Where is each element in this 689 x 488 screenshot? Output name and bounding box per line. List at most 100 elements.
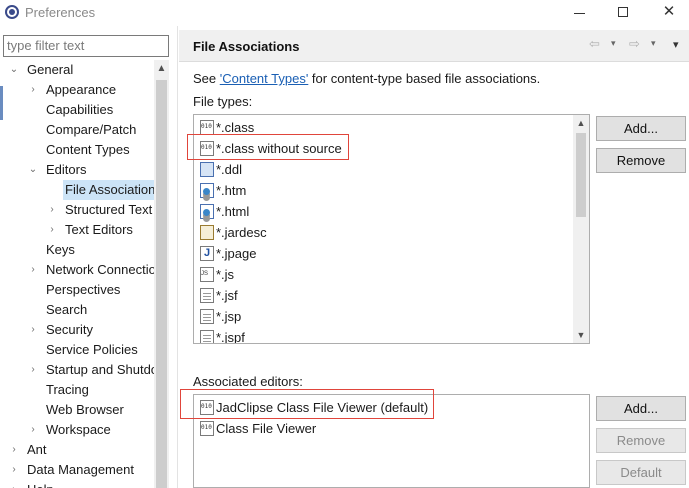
file-type-name: *.ddl bbox=[216, 162, 243, 177]
maximize-button[interactable] bbox=[609, 2, 637, 24]
list-item[interactable]: *.htm bbox=[200, 180, 246, 201]
forward-arrow-icon[interactable]: ⇨ bbox=[629, 36, 640, 52]
content-types-link[interactable]: 'Content Types' bbox=[220, 71, 309, 86]
tree-item-network-connections[interactable]: › Network Connections bbox=[0, 260, 154, 280]
tree-item-label: General bbox=[27, 62, 74, 77]
text-file-icon bbox=[200, 309, 214, 324]
tree-item-label: File Associations bbox=[63, 180, 154, 200]
tree-item-help[interactable]: › Help bbox=[0, 480, 154, 488]
list-item[interactable]: *.ddl bbox=[200, 159, 242, 180]
editors-remove-button[interactable]: Remove bbox=[596, 428, 686, 453]
tree-item-label: Tracing bbox=[46, 382, 89, 397]
scrollbar-thumb[interactable] bbox=[156, 80, 167, 488]
tree-item-search[interactable]: Search bbox=[0, 300, 154, 320]
chevron-right-icon[interactable]: › bbox=[27, 360, 39, 380]
java-page-icon bbox=[200, 246, 214, 261]
filter-input[interactable]: type filter text bbox=[3, 35, 169, 57]
back-arrow-icon[interactable]: ⇦ bbox=[589, 36, 600, 52]
tree-item-label: Network Connections bbox=[46, 262, 154, 277]
chevron-down-icon[interactable]: ⌄ bbox=[27, 160, 39, 180]
web-page-icon bbox=[200, 204, 214, 219]
chevron-right-icon[interactable]: › bbox=[27, 260, 39, 280]
tree-item-text-editors[interactable]: › Text Editors bbox=[0, 220, 154, 240]
ddl-icon bbox=[200, 162, 214, 177]
forward-dropdown-icon[interactable]: ▾ bbox=[651, 38, 656, 49]
chevron-right-icon[interactable]: › bbox=[27, 320, 39, 340]
tree-item-general[interactable]: ⌄ General bbox=[0, 60, 154, 80]
tree-item-workspace[interactable]: › Workspace bbox=[0, 420, 154, 440]
chevron-right-icon[interactable]: › bbox=[46, 200, 58, 220]
file-type-name: *.class without source bbox=[216, 141, 342, 156]
tree-item-label: Workspace bbox=[46, 422, 111, 437]
list-item[interactable]: *.jsf bbox=[200, 285, 238, 306]
editors-add-button[interactable]: Add... bbox=[596, 396, 686, 421]
file-types-scrollbar[interactable]: ▲ ▼ bbox=[573, 115, 589, 343]
minimize-button[interactable] bbox=[565, 2, 593, 24]
list-item[interactable]: JadClipse Class File Viewer (default) bbox=[200, 397, 428, 418]
preference-tree: ⌄ General › Appearance Capabilities Comp… bbox=[0, 60, 154, 488]
tree-item-compare-patch[interactable]: Compare/Patch bbox=[0, 120, 154, 140]
tree-item-keys[interactable]: Keys bbox=[0, 240, 154, 260]
scroll-down-arrow-icon[interactable]: ▼ bbox=[573, 327, 589, 343]
scrollbar-thumb[interactable] bbox=[576, 133, 586, 217]
tree-item-data-management[interactable]: › Data Management bbox=[0, 460, 154, 480]
text-file-icon bbox=[200, 288, 214, 303]
tree-item-content-types[interactable]: Content Types bbox=[0, 140, 154, 160]
list-item[interactable]: *.jpage bbox=[200, 243, 256, 264]
file-types-remove-button[interactable]: Remove bbox=[596, 148, 686, 173]
jar-descriptor-icon bbox=[200, 225, 214, 240]
scroll-up-arrow-icon[interactable]: ▲ bbox=[154, 60, 169, 78]
tree-item-ant[interactable]: › Ant bbox=[0, 440, 154, 460]
tree-item-startup-shutdown[interactable]: › Startup and Shutdown bbox=[0, 360, 154, 380]
view-menu-icon[interactable]: ▾ bbox=[673, 38, 679, 51]
tree-item-label: Web Browser bbox=[46, 402, 124, 417]
tree-scrollbar[interactable]: ▲ bbox=[154, 60, 169, 488]
list-item[interactable]: *.jardesc bbox=[200, 222, 267, 243]
tree-item-perspectives[interactable]: Perspectives bbox=[0, 280, 154, 300]
file-type-name: *.html bbox=[216, 204, 250, 219]
hint-prefix: See bbox=[193, 71, 220, 86]
tree-item-web-browser[interactable]: Web Browser bbox=[0, 400, 154, 420]
chevron-right-icon[interactable]: › bbox=[8, 460, 20, 480]
tree-item-capabilities[interactable]: Capabilities bbox=[0, 100, 154, 120]
tree-item-editors[interactable]: ⌄ Editors bbox=[0, 160, 154, 180]
file-types-add-button[interactable]: Add... bbox=[596, 116, 686, 141]
list-item[interactable]: Class File Viewer bbox=[200, 418, 316, 439]
chevron-right-icon[interactable]: › bbox=[8, 440, 20, 460]
list-item[interactable]: *.class bbox=[200, 117, 254, 138]
back-dropdown-icon[interactable]: ▾ bbox=[611, 38, 616, 49]
chevron-down-icon[interactable]: ⌄ bbox=[8, 60, 20, 80]
file-type-name: *.jardesc bbox=[216, 225, 267, 240]
editors-default-button[interactable]: Default bbox=[596, 460, 686, 485]
tree-item-service-policies[interactable]: Service Policies bbox=[0, 340, 154, 360]
tree-item-label: Help bbox=[25, 480, 56, 488]
tree-item-structured-text-editors[interactable]: › Structured Text Editors bbox=[0, 200, 154, 220]
title-bar: Preferences ✕ bbox=[0, 0, 689, 26]
web-page-icon bbox=[200, 183, 214, 198]
associated-editors-list[interactable]: JadClipse Class File Viewer (default) Cl… bbox=[193, 394, 590, 488]
jadclipse-icon bbox=[200, 400, 214, 415]
chevron-right-icon[interactable]: › bbox=[46, 220, 58, 240]
close-button[interactable]: ✕ bbox=[655, 2, 683, 24]
tree-item-tracing[interactable]: Tracing bbox=[0, 380, 154, 400]
scroll-up-arrow-icon[interactable]: ▲ bbox=[573, 115, 589, 131]
panel-divider[interactable] bbox=[177, 26, 178, 488]
list-item[interactable]: *.js bbox=[200, 264, 234, 285]
tree-item-label: Service Policies bbox=[46, 342, 138, 357]
chevron-right-icon[interactable]: › bbox=[8, 480, 20, 488]
hint-suffix: for content-type based file associations… bbox=[308, 71, 541, 86]
file-types-list[interactable]: *.class *.class without source *.ddl *.h… bbox=[193, 114, 590, 344]
file-type-name: *.jspf bbox=[216, 330, 245, 344]
file-type-name: *.class bbox=[216, 120, 255, 135]
tree-item-file-associations[interactable]: File Associations bbox=[0, 180, 154, 200]
tree-item-label: Ant bbox=[27, 442, 47, 457]
list-item[interactable]: *.jsp bbox=[200, 306, 241, 327]
chevron-right-icon[interactable]: › bbox=[27, 420, 39, 440]
chevron-right-icon[interactable]: › bbox=[27, 80, 39, 100]
list-item[interactable]: *.class without source bbox=[200, 138, 342, 159]
tree-item-label: Perspectives bbox=[46, 282, 121, 297]
list-item[interactable]: *.jspf bbox=[200, 327, 245, 344]
tree-item-security[interactable]: › Security bbox=[0, 320, 154, 340]
list-item[interactable]: *.html bbox=[200, 201, 249, 222]
tree-item-appearance[interactable]: › Appearance bbox=[0, 80, 154, 100]
